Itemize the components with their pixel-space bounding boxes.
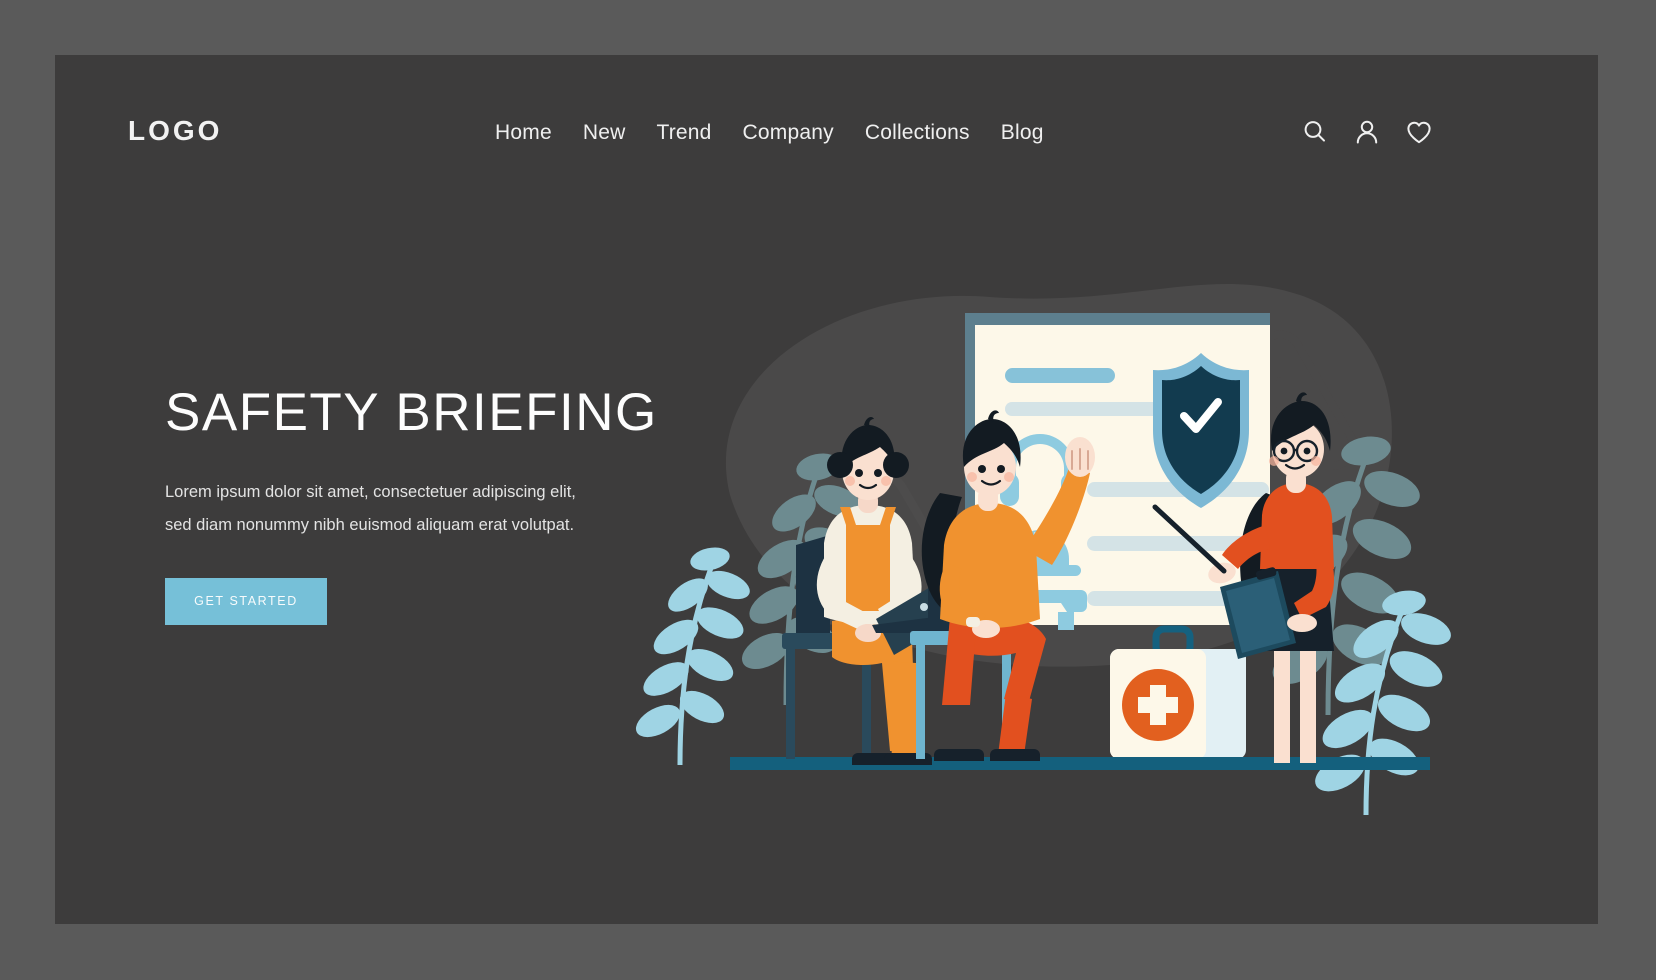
page-title: SAFETY BRIEFING bbox=[165, 383, 658, 442]
user-icon[interactable] bbox=[1352, 117, 1382, 147]
header-icon-group bbox=[1300, 117, 1434, 147]
hero-subtitle: Lorem ipsum dolor sit amet, consectetuer… bbox=[165, 482, 576, 534]
main-navigation: Home New Trend Company Collections Blog bbox=[495, 121, 1044, 145]
hero-panel: LOGO Home New Trend Company Collections … bbox=[55, 55, 1598, 924]
nav-item-collections[interactable]: Collections bbox=[865, 121, 970, 145]
search-icon[interactable] bbox=[1300, 117, 1330, 147]
poster-line bbox=[1005, 402, 1160, 416]
safety-briefing-illustration bbox=[610, 225, 1490, 924]
page-frame: LOGO Home New Trend Company Collections … bbox=[0, 0, 1656, 980]
heart-icon[interactable] bbox=[1404, 117, 1434, 147]
logo[interactable]: LOGO bbox=[128, 117, 222, 145]
floor-bar bbox=[730, 757, 1430, 770]
get-started-button[interactable]: GET STARTED bbox=[165, 577, 327, 625]
poster-line bbox=[1005, 368, 1115, 383]
site-header: LOGO Home New Trend Company Collections … bbox=[55, 55, 1598, 195]
nav-item-trend[interactable]: Trend bbox=[656, 121, 711, 145]
nav-item-new[interactable]: New bbox=[583, 121, 626, 145]
nav-item-company[interactable]: Company bbox=[743, 121, 834, 145]
nav-item-blog[interactable]: Blog bbox=[1001, 121, 1044, 145]
nav-item-home[interactable]: Home bbox=[495, 121, 552, 145]
hero-content: SAFETY BRIEFING Lorem ipsum dolor sit am… bbox=[165, 385, 685, 625]
